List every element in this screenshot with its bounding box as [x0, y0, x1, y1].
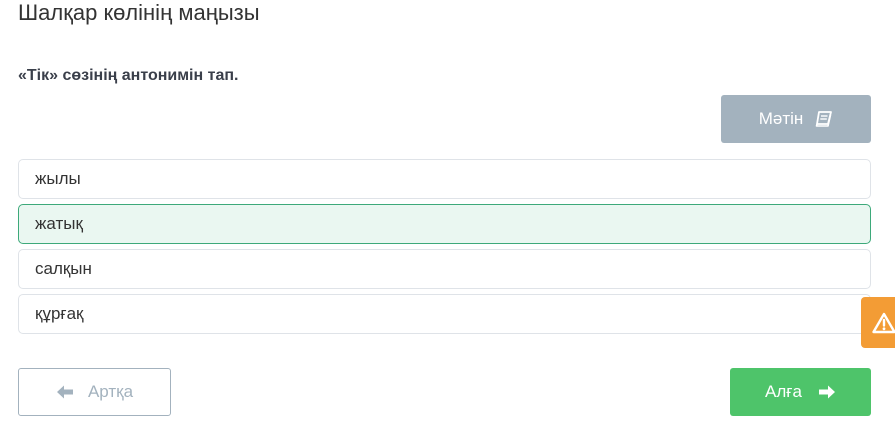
next-button[interactable]: Алға	[730, 368, 871, 416]
answer-option[interactable]: жылы	[18, 159, 871, 199]
next-button-label: Алға	[765, 382, 802, 401]
answer-option[interactable]: құрғақ	[18, 294, 871, 334]
back-button[interactable]: Артқа	[18, 368, 171, 416]
answer-option[interactable]: салқын	[18, 249, 871, 289]
question-text: «Тік» сөзінің антонимін тап.	[18, 67, 239, 84]
answer-option-label: жылы	[35, 169, 81, 188]
arrow-left-icon	[56, 384, 74, 400]
answer-options: жылы жатық салқын құрғақ	[18, 159, 871, 339]
arrow-right-icon	[818, 384, 836, 400]
book-icon	[815, 111, 833, 127]
page-title: Шалқар көлінің маңызы	[18, 0, 260, 25]
text-button-label: Мәтін	[758, 109, 804, 128]
answer-option-label: құрғақ	[35, 304, 84, 323]
text-button[interactable]: Мәтін	[721, 95, 871, 143]
warning-icon	[872, 312, 895, 334]
answer-option-label: салқын	[35, 259, 92, 278]
answer-option-label: жатық	[35, 214, 83, 233]
report-issue-tab[interactable]	[861, 297, 895, 348]
answer-option-selected[interactable]: жатық	[18, 204, 871, 244]
back-button-label: Артқа	[87, 382, 134, 401]
